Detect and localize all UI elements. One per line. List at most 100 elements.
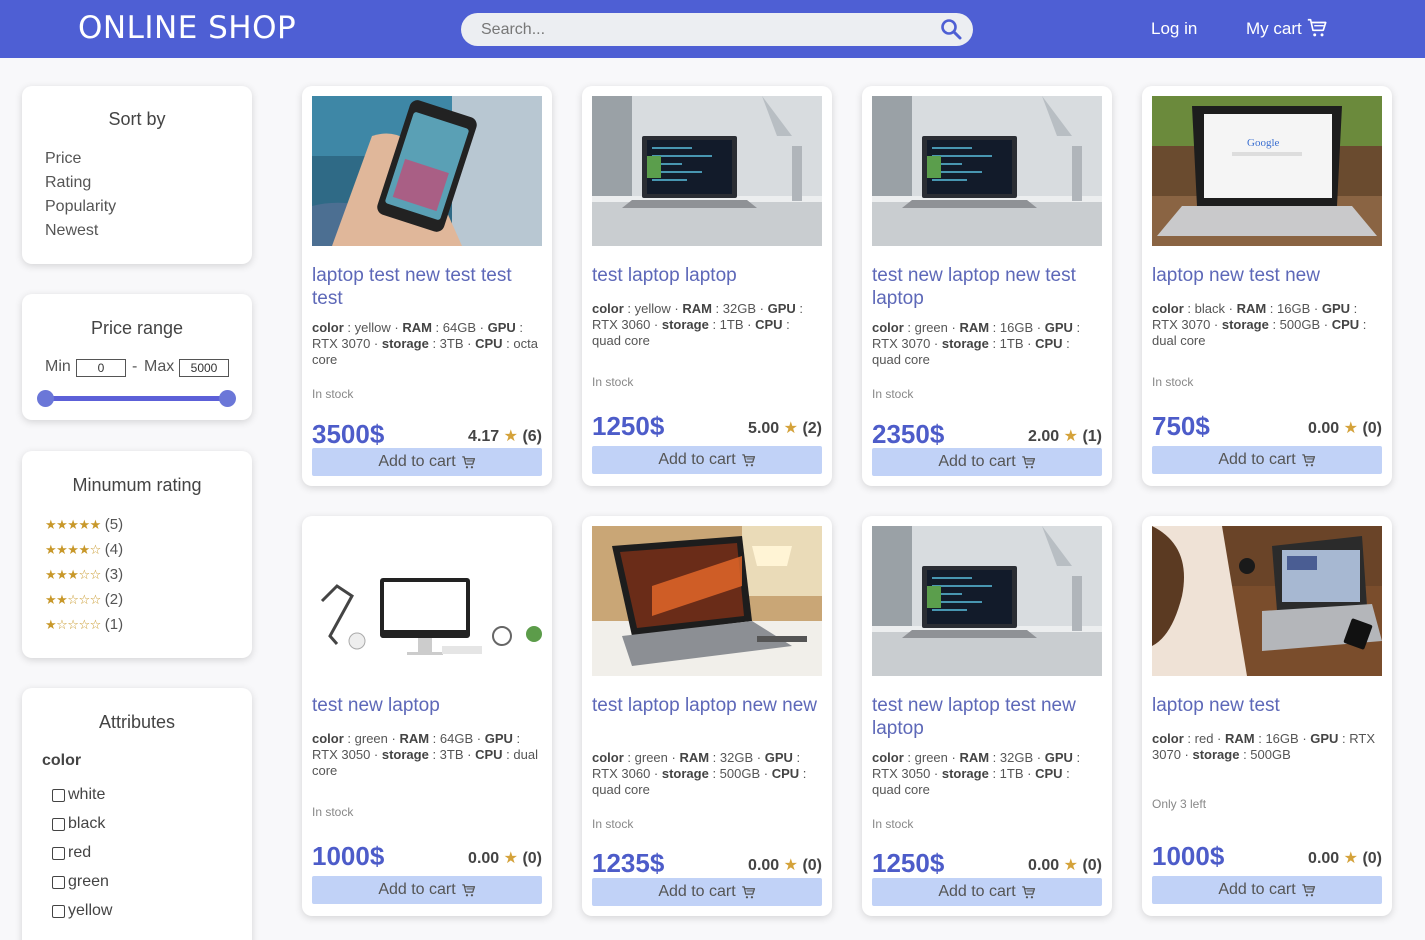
sort-option-popularity[interactable]: Popularity <box>45 198 116 216</box>
checkbox[interactable] <box>52 904 65 918</box>
add-to-cart-button[interactable]: Add to cart <box>1152 446 1382 474</box>
product-card[interactable]: test laptop laptop color : yellow · RAM … <box>582 86 832 486</box>
product-image[interactable] <box>872 526 1102 676</box>
product-name[interactable]: laptop new test new <box>1152 264 1382 287</box>
login-link[interactable]: Log in <box>1151 19 1197 39</box>
spec-gpu: RTX 3060 <box>592 766 651 781</box>
search-icon[interactable] <box>939 17 963 41</box>
rating-filter-label: (2) <box>104 591 124 608</box>
add-to-cart-button[interactable]: Add to cart <box>592 878 822 906</box>
rating-filter-label: (1) <box>104 616 124 633</box>
checkbox[interactable] <box>52 846 65 860</box>
my-cart-link[interactable]: My cart <box>1246 19 1302 39</box>
cart-icon <box>741 885 755 898</box>
checkbox[interactable] <box>52 817 65 831</box>
add-to-cart-label: Add to cart <box>1218 881 1296 898</box>
cart-icon[interactable] <box>1306 17 1328 39</box>
product-name[interactable]: laptop new test <box>1152 694 1382 717</box>
add-to-cart-button[interactable]: Add to cart <box>872 878 1102 906</box>
sort-option-newest[interactable]: Newest <box>45 222 98 240</box>
product-card[interactable]: test new laptop new test laptop color : … <box>862 86 1112 486</box>
top-navbar: ONLINE SHOP Log in My cart <box>0 0 1425 58</box>
product-name[interactable]: test new laptop test new laptop <box>872 694 1102 740</box>
product-name[interactable]: laptop test new test test test <box>312 264 542 310</box>
cart-icon <box>461 883 475 896</box>
rating-count: (2) <box>802 420 822 437</box>
stock-status: In stock <box>872 387 914 401</box>
cart-icon <box>1021 885 1035 898</box>
add-to-cart-button[interactable]: Add to cart <box>872 448 1102 476</box>
checkbox[interactable] <box>52 788 65 802</box>
product-price: 1250$ <box>872 848 945 878</box>
spec-cpu: quad core <box>592 782 650 797</box>
sort-option-rating[interactable]: Rating <box>45 174 91 192</box>
price-slider-min-handle[interactable] <box>37 390 54 407</box>
color-option-green[interactable]: green <box>52 873 109 891</box>
product-image[interactable] <box>1152 526 1382 676</box>
product-card[interactable]: Google laptop new test new color : black… <box>1142 86 1392 486</box>
spec-cpu: quad core <box>592 333 650 348</box>
product-card[interactable]: laptop test new test test test color : y… <box>302 86 552 486</box>
add-to-cart-button[interactable]: Add to cart <box>1152 876 1382 904</box>
add-to-cart-label: Add to cart <box>378 881 456 898</box>
rating-count: (0) <box>802 857 822 874</box>
product-name[interactable]: test new laptop <box>312 694 542 717</box>
rating-value: 4.17 <box>468 428 500 445</box>
rating-filter-1[interactable]: ★☆☆☆☆ (1) <box>45 616 123 633</box>
price-slider-max-handle[interactable] <box>219 390 236 407</box>
search-input[interactable] <box>481 13 921 46</box>
product-rating: 0.00 ★ (0) <box>468 848 542 868</box>
max-price-input[interactable] <box>179 359 229 377</box>
rating-filter-5[interactable]: ★★★★★ (5) <box>45 516 123 533</box>
star-icon: ★ <box>503 428 518 445</box>
product-image[interactable]: Google <box>1152 96 1382 246</box>
spec-color: red <box>1194 731 1214 746</box>
color-option-yellow[interactable]: yellow <box>52 902 112 920</box>
checkbox[interactable] <box>52 875 65 889</box>
color-option-red[interactable]: red <box>52 844 91 862</box>
spec-gpu: RTX 3050 <box>872 766 931 781</box>
product-card[interactable]: test new laptop test new laptop color : … <box>862 516 1112 916</box>
add-to-cart-button[interactable]: Add to cart <box>312 448 542 476</box>
spec-gpu: RTX 3070 <box>312 336 371 351</box>
star-icon: ★ <box>503 850 518 867</box>
spec-cpu: quad core <box>872 782 930 797</box>
stars-icon: ★★★★☆ <box>45 542 101 557</box>
product-image[interactable] <box>592 526 822 676</box>
star-icon: ★ <box>1063 857 1078 874</box>
product-name[interactable]: test laptop laptop <box>592 264 822 287</box>
spec-cpu: dual core <box>1152 333 1206 348</box>
product-name[interactable]: test laptop laptop new new <box>592 694 822 717</box>
shop-logo[interactable]: ONLINE SHOP <box>78 10 296 46</box>
product-card[interactable]: test laptop laptop new new color : green… <box>582 516 832 916</box>
rating-filter-2[interactable]: ★★☆☆☆ (2) <box>45 591 123 608</box>
product-card[interactable]: test new laptop color : green · RAM : 64… <box>302 516 552 916</box>
product-price: 750$ <box>1152 411 1210 441</box>
price-slider-track[interactable] <box>46 396 228 401</box>
rating-filter-3[interactable]: ★★★☆☆ (3) <box>45 566 123 583</box>
product-rating: 4.17 ★ (6) <box>468 426 542 446</box>
product-image[interactable] <box>312 526 542 676</box>
stock-status: Only 3 left <box>1152 797 1207 811</box>
stars-icon: ★★★☆☆ <box>45 567 101 582</box>
product-image[interactable] <box>592 96 822 246</box>
min-price-input[interactable] <box>76 359 126 377</box>
rating-filter-4[interactable]: ★★★★☆ (4) <box>45 541 123 558</box>
product-rating: 0.00 ★ (0) <box>1308 418 1382 438</box>
product-name[interactable]: test new laptop new test laptop <box>872 264 1102 310</box>
sort-option-price[interactable]: Price <box>45 150 81 168</box>
add-to-cart-button[interactable]: Add to cart <box>592 446 822 474</box>
product-card[interactable]: laptop new test color : red · RAM : 16GB… <box>1142 516 1392 916</box>
add-to-cart-label: Add to cart <box>378 453 456 470</box>
sort-panel: Sort by Price Rating Popularity Newest <box>22 86 252 264</box>
color-option-white[interactable]: white <box>52 786 105 804</box>
product-image[interactable] <box>312 96 542 246</box>
color-option-black[interactable]: black <box>52 815 105 833</box>
add-to-cart-button[interactable]: Add to cart <box>312 876 542 904</box>
min-rating-title: Minumum rating <box>72 475 202 495</box>
product-price: 1250$ <box>592 411 665 441</box>
product-image[interactable] <box>872 96 1102 246</box>
product-specs: color : green · RAM : 64GB · GPU : RTX 3… <box>312 731 538 778</box>
star-icon: ★ <box>783 420 798 437</box>
spec-storage: 1TB <box>999 336 1024 351</box>
